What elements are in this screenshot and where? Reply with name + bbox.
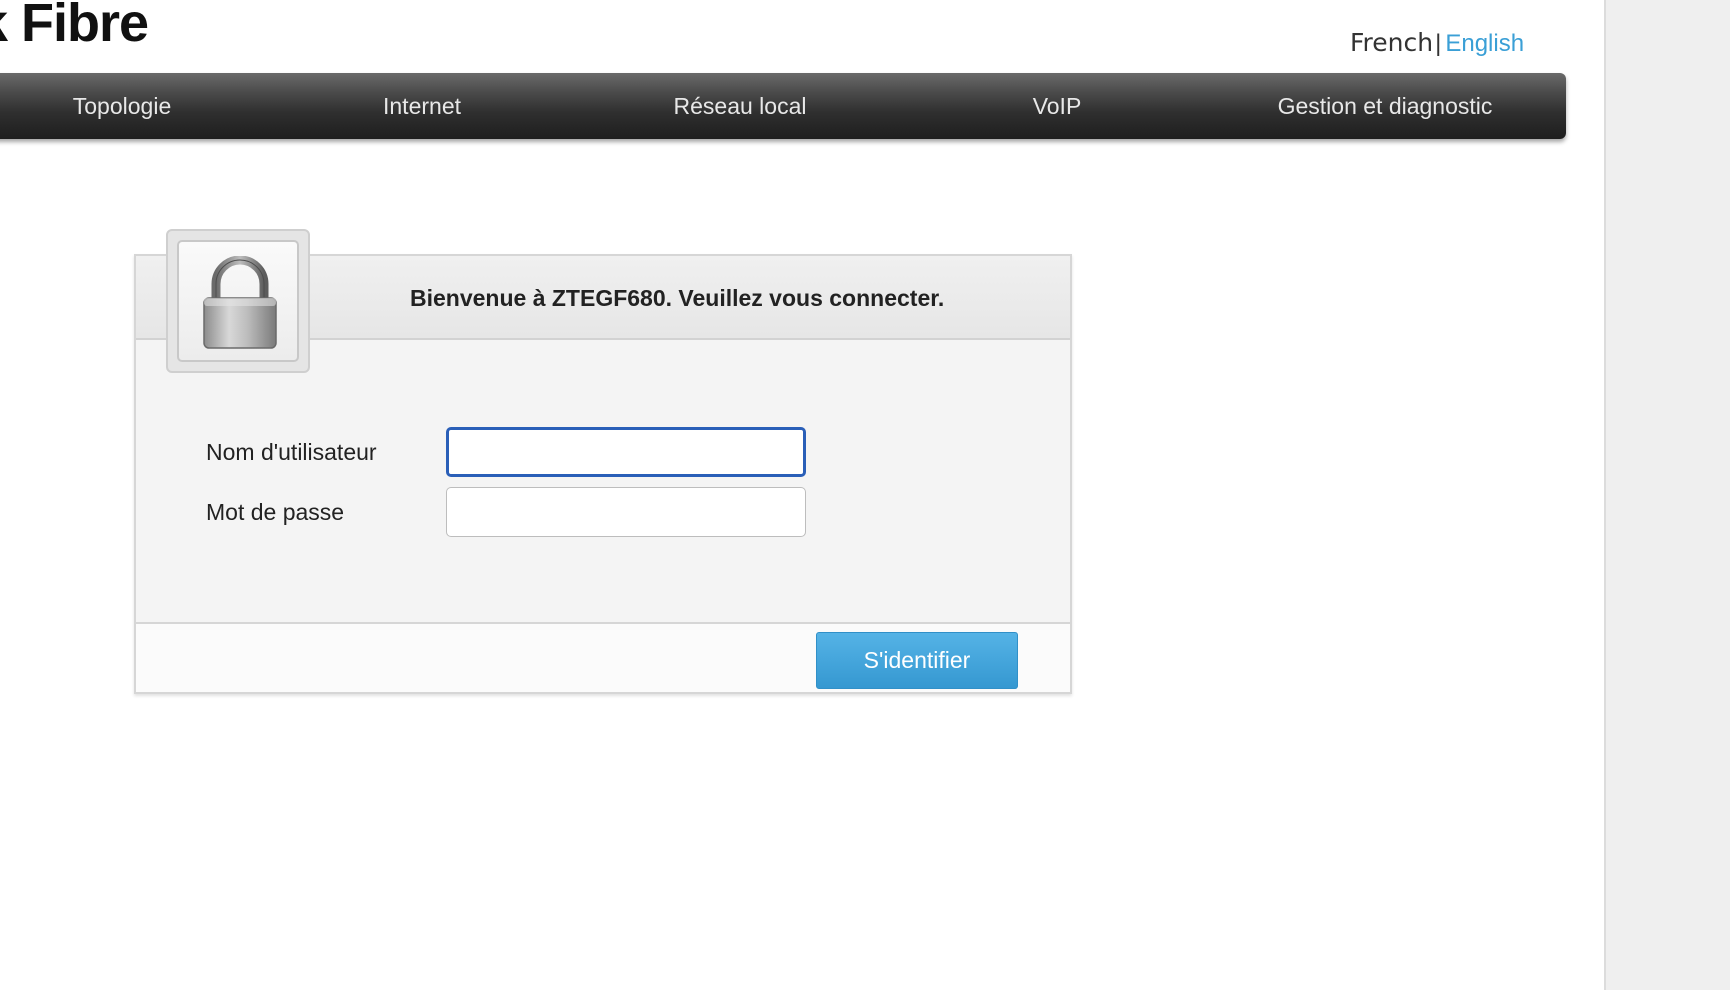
lock-badge xyxy=(166,229,310,373)
nav-item-internet[interactable]: Internet xyxy=(332,73,512,139)
language-separator: | xyxy=(1435,30,1442,57)
brand-title: k Fibre xyxy=(0,0,149,53)
nav-item-reseau-local[interactable]: Réseau local xyxy=(640,73,840,139)
right-gutter xyxy=(1604,0,1730,990)
language-switcher: French| English xyxy=(1350,28,1524,58)
nav-item-gestion-diagnostic[interactable]: Gestion et diagnostic xyxy=(1235,73,1535,139)
login-title: Bienvenue à ZTEGF680. Veuillez vous conn… xyxy=(410,285,945,311)
password-input[interactable] xyxy=(446,487,806,537)
username-label: Nom d'utilisateur xyxy=(206,439,377,465)
nav-item-voip[interactable]: VoIP xyxy=(997,73,1117,139)
language-english[interactable]: English xyxy=(1445,30,1524,57)
login-footer: S'identifier xyxy=(136,622,1070,692)
main-nav: Topologie Internet Réseau local VoIP Ges… xyxy=(0,73,1566,139)
padlock-icon xyxy=(203,256,277,349)
login-button[interactable]: S'identifier xyxy=(816,632,1018,689)
password-label: Mot de passe xyxy=(206,499,345,525)
nav-item-topologie[interactable]: Topologie xyxy=(32,73,212,139)
username-input[interactable] xyxy=(446,427,806,477)
language-french[interactable]: French xyxy=(1350,28,1433,57)
lock-badge-inner xyxy=(177,240,299,362)
page: k Fibre French|English Topologie Interne… xyxy=(0,0,1604,990)
